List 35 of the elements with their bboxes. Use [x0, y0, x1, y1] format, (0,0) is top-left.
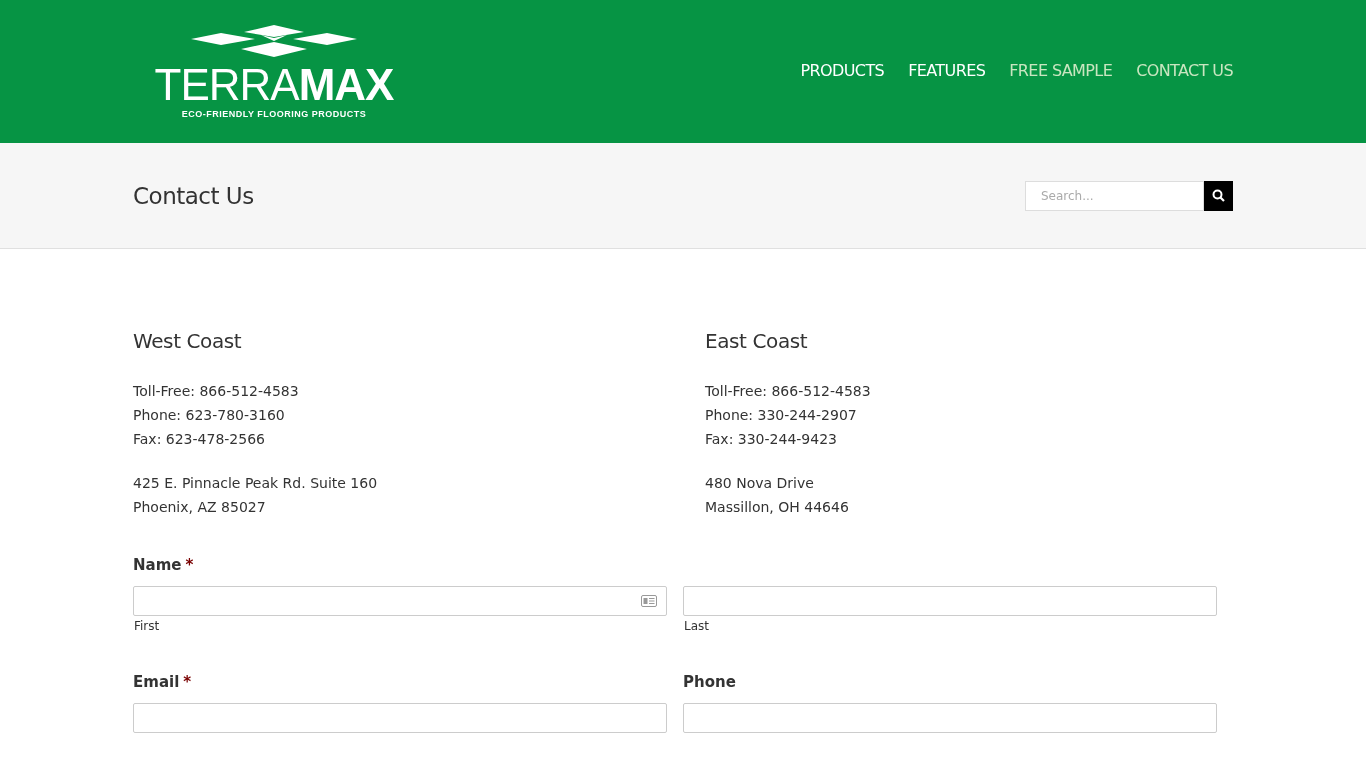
- search-button[interactable]: [1204, 180, 1233, 211]
- contact-line: Fax: 623-478-2566: [133, 430, 266, 449]
- logo-tiles-icon: [191, 24, 357, 57]
- contact-line: Fax: 330-244-9423: [705, 430, 838, 449]
- text-input[interactable]: [133, 586, 667, 616]
- nav-link[interactable]: PRODUCTS: [800, 61, 885, 80]
- field-sublabel: First: [133, 619, 161, 633]
- field-label: Name *: [133, 556, 195, 576]
- search-field[interactable]: Search...: [1025, 180, 1204, 211]
- office-heading: East Coast: [705, 329, 809, 353]
- address-line: 480 Nova Drive: [705, 474, 815, 493]
- required-mark: *: [183, 673, 192, 691]
- contact-line: Toll-Free: 866-512-4583: [705, 382, 872, 401]
- nav-link[interactable]: FREE SAMPLE: [1009, 61, 1113, 80]
- field-label: Email *: [133, 673, 193, 693]
- contact-card-icon[interactable]: [641, 595, 657, 607]
- logo-wordmark[interactable]: TERRAMAX: [154, 62, 394, 107]
- contact-line: Toll-Free: 866-512-4583: [133, 382, 300, 401]
- contact-line: Phone: 623-780-3160: [133, 406, 286, 425]
- text-input[interactable]: [683, 586, 1217, 616]
- search-icon: [1212, 189, 1225, 202]
- field-label: Phone: [683, 673, 737, 693]
- text-input[interactable]: [683, 703, 1217, 733]
- nav-link[interactable]: CONTACT US: [1136, 61, 1233, 80]
- field-sublabel: Last: [683, 619, 710, 633]
- address-line: Phoenix, AZ 85027: [133, 498, 267, 517]
- page-title: Contact Us: [133, 182, 254, 209]
- text-input[interactable]: [133, 703, 667, 733]
- logo-tagline: ECO-FRIENDLY FLOORING PRODUCTS: [181, 108, 367, 119]
- address-line: Massillon, OH 44646: [705, 498, 850, 517]
- required-mark: *: [185, 556, 194, 574]
- nav-link[interactable]: FEATURES: [908, 61, 986, 80]
- contact-line: Phone: 330-244-2907: [705, 406, 858, 425]
- address-line: 425 E. Pinnacle Peak Rd. Suite 160: [133, 474, 379, 493]
- office-heading: West Coast: [133, 329, 243, 353]
